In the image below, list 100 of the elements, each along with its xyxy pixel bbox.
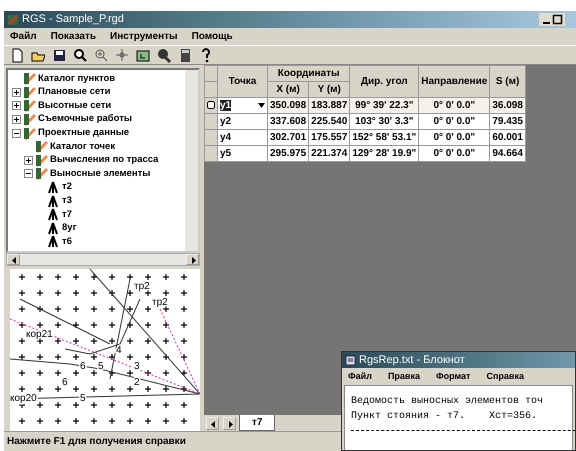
column-header: Точка <box>218 66 268 98</box>
menu-item[interactable]: Справка <box>486 370 524 384</box>
text-line: Ведомость выносных элементов точ <box>351 395 544 409</box>
folder-tool-icon <box>23 126 36 140</box>
map-label: 4 <box>116 345 122 356</box>
menu-item[interactable]: Показать <box>50 29 96 44</box>
folder-tool-icon <box>35 154 48 167</box>
text-line: Пункт стояния - т7. Хст=356. <box>351 410 538 424</box>
column-header: Направление <box>418 66 490 98</box>
tripod-icon <box>47 181 60 194</box>
tripod-icon <box>47 208 60 222</box>
status-text: Нажмите F1 для получения справки <box>7 435 186 449</box>
map-label: кор21 <box>26 329 53 340</box>
table-cell: 302.701 <box>268 130 309 146</box>
table-cell: 152° 58' 53.1" <box>350 130 419 146</box>
menu-item[interactable]: Инструменты <box>110 29 178 44</box>
table-cell: 295.975 <box>268 146 309 162</box>
tree-item[interactable]: Проектные данные <box>38 126 130 140</box>
column-header: S (м) <box>490 66 526 98</box>
scroll-right-icon[interactable] <box>186 254 199 265</box>
expand-icon[interactable] <box>12 101 21 110</box>
map-label: 2 <box>134 377 140 388</box>
map-label: тр2 <box>152 297 168 308</box>
folder-tool-icon <box>23 86 36 99</box>
table-cell[interactable]: у4 <box>218 130 268 146</box>
table-cell: 221.374 <box>308 146 350 162</box>
scrollbar[interactable] <box>185 70 198 251</box>
table-cell: 36.098 <box>490 98 526 114</box>
move-icon[interactable] <box>115 48 129 62</box>
table-cell: 0° 0' 0.0" <box>418 130 490 146</box>
column-header: Дир. угол <box>350 66 419 98</box>
scroll-left-icon[interactable] <box>206 416 219 430</box>
table-cell: 94.664 <box>490 146 526 162</box>
collapse-icon[interactable] <box>24 169 33 178</box>
scroll-left-icon[interactable] <box>7 254 20 265</box>
zoom-in-icon[interactable] <box>94 48 108 62</box>
menu-item[interactable]: Правка <box>388 370 420 384</box>
table-cell: 0° 0' 0.0" <box>418 98 490 114</box>
table-cell: 350.098 <box>268 98 309 114</box>
tripod-icon <box>47 194 60 208</box>
table-cell: 225.540 <box>308 114 350 130</box>
map-label: 3 <box>134 361 140 372</box>
table-cell: 0° 0' 0.0" <box>418 146 490 162</box>
menu-item[interactable]: Формат <box>436 370 470 384</box>
tree-item[interactable]: Каталог точек <box>50 140 116 154</box>
folder-tool-icon <box>35 167 48 180</box>
tree-item[interactable]: Плановые сети <box>38 85 110 100</box>
table-cell: 99° 39' 22.3" <box>350 98 419 114</box>
table-cell: 79.435 <box>490 114 526 130</box>
menu-item[interactable]: Файл <box>10 29 37 44</box>
column-header: X (м) <box>268 82 309 98</box>
tree-item[interactable]: т6 <box>62 234 72 250</box>
menu-item[interactable]: Помощь <box>192 29 233 44</box>
maximize-icon[interactable] <box>552 14 563 25</box>
table-cell: 60.001 <box>490 130 526 146</box>
new-file-icon[interactable] <box>10 48 24 62</box>
table-cell[interactable]: у2 <box>218 114 268 130</box>
calculator-icon[interactable] <box>178 48 192 62</box>
scrollbar[interactable] <box>6 253 200 266</box>
save-icon[interactable] <box>52 48 66 62</box>
tree-item[interactable]: т3 <box>62 194 72 208</box>
tripod-icon <box>47 235 60 248</box>
expand-icon[interactable] <box>24 156 33 165</box>
tree-item[interactable]: т2 <box>62 180 72 195</box>
sheet-tab[interactable]: т7 <box>239 415 276 431</box>
table-cell: 0° 0' 0.0" <box>418 114 490 130</box>
app-icon <box>7 14 19 26</box>
caret-icon[interactable] <box>258 102 265 108</box>
notepad-icon <box>345 354 356 366</box>
column-header: Y (м) <box>308 82 350 98</box>
menu-item[interactable]: Файл <box>348 370 372 384</box>
tree-item[interactable]: Выносные элементы <box>50 166 150 182</box>
tree-item[interactable]: Каталог пунктов <box>38 72 116 86</box>
table-cell[interactable]: у1 <box>218 98 268 114</box>
folder-tool-icon <box>23 113 36 126</box>
tree-item[interactable]: т7 <box>62 208 72 222</box>
expand-icon[interactable] <box>12 88 21 97</box>
tripod-icon <box>47 222 60 235</box>
table-cell: 337.608 <box>268 114 309 130</box>
folder-tool-icon <box>23 99 36 112</box>
column-header: Координаты <box>268 66 350 82</box>
tree-item[interactable]: 8уг <box>62 221 77 236</box>
map-label: тр2 <box>134 281 150 292</box>
window-title: RGS - Sample_P.rgd <box>22 12 124 28</box>
tree-item[interactable]: Вычисления по трасса <box>50 153 158 168</box>
tree-item[interactable]: Высотные сети <box>38 98 112 114</box>
table-cell: 183.887 <box>308 98 350 114</box>
table-cell: 175.557 <box>308 130 350 146</box>
collapse-icon[interactable] <box>12 128 21 138</box>
table-cell[interactable]: у5 <box>218 146 268 162</box>
folder-tool-icon <box>35 140 48 154</box>
expand-icon[interactable] <box>12 115 21 124</box>
tree-item[interactable]: Съемочные работы <box>38 112 132 127</box>
zoom-icon[interactable] <box>73 48 87 62</box>
folder-tool-icon <box>23 72 36 86</box>
map-label: 6 <box>62 377 68 388</box>
table-cell: 103° 30' 3.3" <box>350 114 419 130</box>
help-icon[interactable] <box>199 48 213 62</box>
scroll-right-icon[interactable] <box>223 416 236 430</box>
window-title: RgsRep.txt - Блокнот <box>359 352 465 368</box>
